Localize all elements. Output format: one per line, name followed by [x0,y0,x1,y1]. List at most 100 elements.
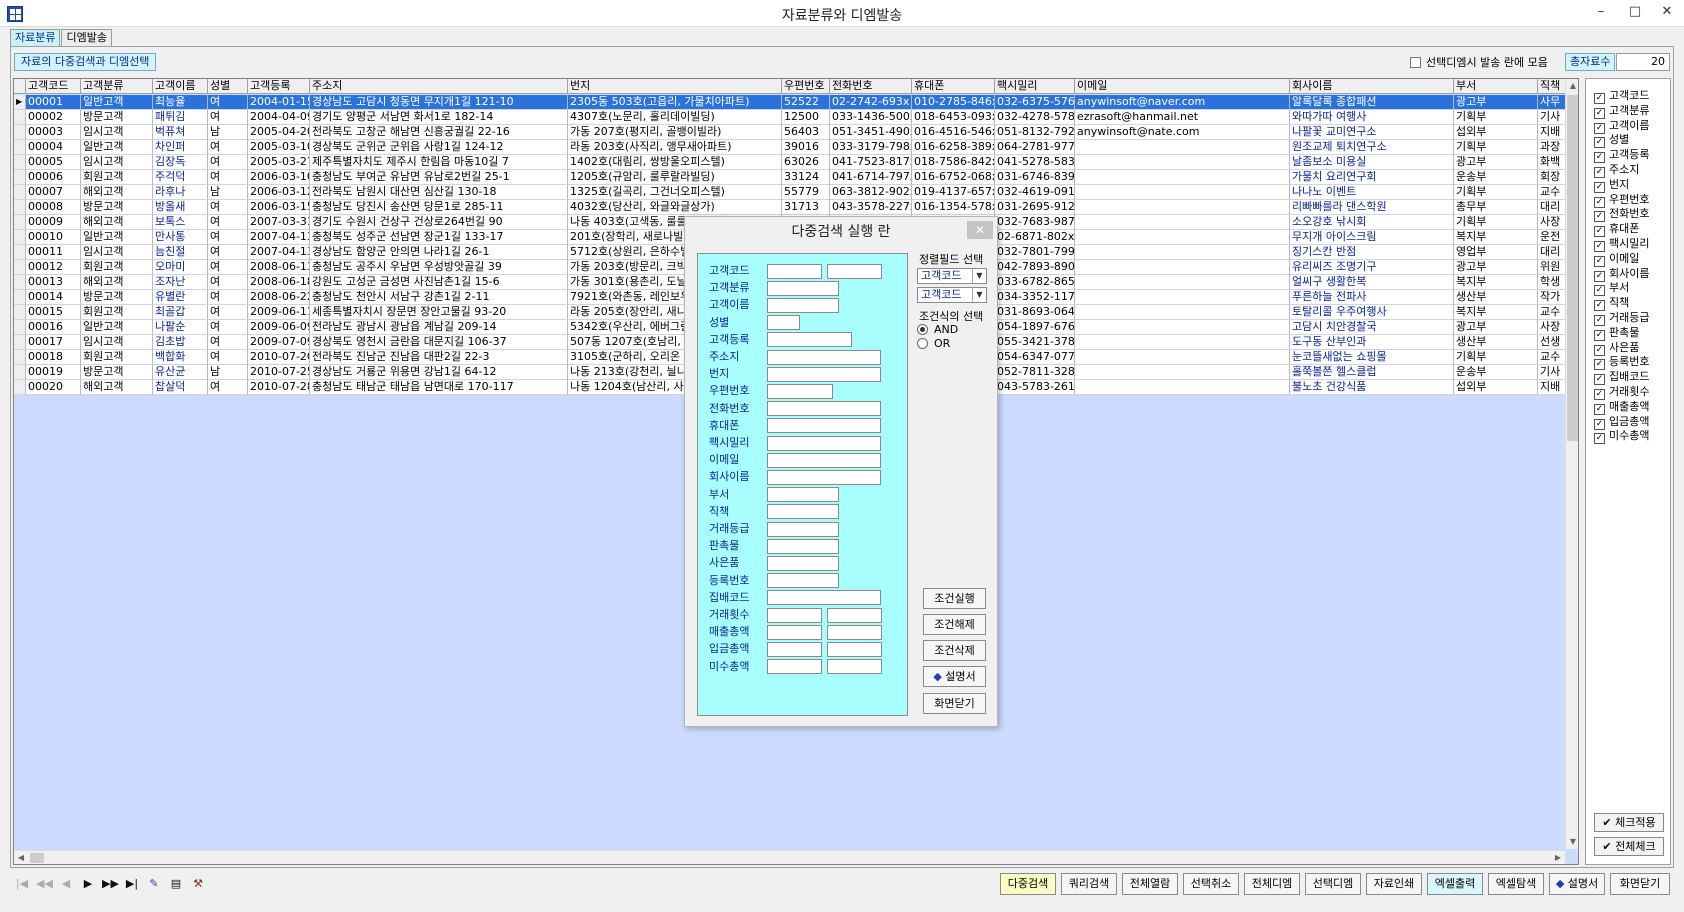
cancel-selection-button[interactable]: 선택취소 [1183,873,1239,895]
row-indicator-header[interactable] [14,79,26,94]
field-check-item[interactable]: ✓ 성별 [1594,133,1629,149]
row-indicator[interactable] [14,335,26,350]
column-header[interactable]: 우편번호 [782,79,830,94]
field-check-item[interactable]: ✓ 고객코드 [1594,89,1649,104]
prev-record-icon[interactable]: ◀ [58,876,74,892]
edit-icon[interactable]: ✎ [146,876,162,892]
tab-dm-send[interactable]: 디엠발송 [61,29,112,46]
option-checkbox[interactable] [1410,57,1421,68]
field-check-item[interactable]: ✓ 등록번호 [1594,355,1649,371]
field-check-item[interactable]: ✓ 고객등록 [1594,148,1649,164]
column-header[interactable]: 번지 [568,79,782,94]
tab-classification[interactable]: 자료분류 [10,29,61,46]
table-row[interactable]: 00005 임시고객 김장독 여 2005-03-27 제주특별자치도 제주시 한림읍 마… [14,155,1575,170]
table-row[interactable]: 00002 방문고객 패튀김 여 2004-04-09 경기도 양평군 서남면 화서1로 … [14,110,1575,125]
row-indicator[interactable] [14,125,26,140]
field-check-item[interactable]: ✓ 번지 [1594,178,1629,193]
row-indicator[interactable] [14,290,26,305]
excel-explore-button[interactable]: 엑셀탐색 [1488,873,1544,895]
check-apply-button[interactable]: ✔ 체크적용 [1594,813,1664,832]
row-indicator[interactable] [14,320,26,335]
table-row[interactable]: 00003 임시고객 벅퓨쳐 남 2005-04-20 전라북도 고창군 해남면 신흥궁궐… [14,125,1575,140]
next-page-icon[interactable]: ▶▶ [102,876,119,892]
total-count-label[interactable]: 총자료수 [1565,53,1616,71]
column-header[interactable]: 휴대폰 [912,79,995,94]
field-check-item[interactable]: ✓ 사은품 [1594,341,1639,356]
check-icon[interactable]: ✓ [1594,255,1605,267]
field-check-item[interactable]: ✓ 직책 [1594,296,1629,312]
grid-header[interactable]: 고객코드 고객분류 고객이름 성별 고객등록 주소지 번지 우편번호 전화번호 휴대폰 팩시밀리 이메… [14,79,1575,94]
selected-dm-button[interactable]: 선택디엠 [1305,873,1361,895]
row-indicator[interactable] [14,140,26,155]
search-field-input[interactable] [767,538,839,554]
search-field-input[interactable] [767,659,822,675]
field-check-item[interactable]: ✓ 휴대폰 [1594,222,1639,238]
row-indicator[interactable] [14,380,26,395]
dialog-manual-button[interactable]: ◆ 설명서 [923,666,986,687]
check-icon[interactable]: ✓ [1594,285,1605,297]
table-row[interactable]: 00008 방문고객 방올새 여 2006-03-15 충청남도 당진시 송산면 당문1로… [14,200,1575,215]
multi-search-select-button[interactable]: 자료의 다중검색과 디엠선택 [14,53,157,71]
row-indicator[interactable] [14,155,26,170]
field-check-item[interactable]: ✓ 주소지 [1594,163,1639,178]
row-indicator[interactable] [14,350,26,365]
query-search-button[interactable]: 쿼리검색 [1061,873,1117,895]
tool-icon[interactable]: ⚒ [190,876,206,892]
scroll-down-icon[interactable]: ▼ [1566,835,1578,849]
field-check-item[interactable]: ✓ 매출총액 [1594,400,1649,415]
or-radio[interactable]: OR [917,338,950,350]
column-header[interactable]: 고객분류 [81,79,153,94]
table-row[interactable]: 00004 일반고객 차인퍼 여 2005-03-10 경상북도 군위군 군위읍 사랑1길… [14,140,1575,155]
check-icon[interactable]: ✓ [1594,315,1605,326]
search-field-input[interactable] [767,418,881,434]
check-icon[interactable]: ✓ [1594,167,1605,178]
row-indicator[interactable] [14,305,26,320]
clear-condition-button[interactable]: 조건해제 [923,614,986,635]
table-row[interactable]: 00006 회원고객 주걱덕 여 2006-03-10 충청남도 부여군 유남면 유남로2… [14,170,1575,185]
sort-field-select-1[interactable]: 고객코드 ▼ [917,268,987,284]
excel-export-button[interactable]: 엑셀출력 [1427,873,1483,895]
search-field-input[interactable] [827,607,882,623]
row-indicator[interactable] [14,245,26,260]
field-check-item[interactable]: ✓ 미수총액 [1594,429,1649,445]
table-row[interactable]: 00007 해외고객 라후나 남 2006-03-12 전라북도 남원시 대산면 심산길 … [14,185,1575,200]
check-icon[interactable]: ✓ [1594,300,1605,312]
field-check-item[interactable]: ✓ 고객이름 [1594,119,1649,134]
check-icon[interactable]: ✓ [1594,359,1605,371]
check-icon[interactable]: ✓ [1594,152,1605,164]
search-field-input[interactable] [767,624,822,640]
search-field-input[interactable] [767,590,881,606]
field-check-item[interactable]: ✓ 판촉물 [1594,326,1639,341]
column-header[interactable]: 고객등록 [248,79,310,94]
search-field-input[interactable] [767,641,822,657]
column-header[interactable]: 전화번호 [830,79,912,94]
field-check-item[interactable]: ✓ 입금총액 [1594,415,1649,430]
check-all-button[interactable]: ✔ 전체체크 [1594,837,1664,856]
search-field-input[interactable] [767,435,881,451]
or-radio-indicator[interactable] [917,338,928,349]
column-header[interactable]: 부서 [1454,79,1538,94]
search-field-input[interactable] [767,521,839,537]
search-field-input[interactable] [767,487,839,503]
check-icon[interactable]: ✓ [1594,137,1605,149]
search-field-input[interactable] [827,641,882,657]
row-indicator[interactable] [14,230,26,245]
vertical-scroll-thumb[interactable] [1567,95,1578,441]
check-icon[interactable]: ✓ [1594,374,1605,386]
column-header[interactable]: 주소지 [310,79,568,94]
check-icon[interactable]: ✓ [1594,107,1605,119]
row-indicator[interactable] [14,200,26,215]
search-field-input[interactable] [767,297,839,313]
search-field-input[interactable] [767,315,800,331]
maximize-button[interactable]: □ [1618,2,1652,24]
select-dm-option[interactable]: 선택디엠시 발송 란에 모음 [1410,54,1548,70]
check-icon[interactable]: ✓ [1594,403,1605,415]
check-icon[interactable]: ✓ [1594,389,1605,400]
vertical-scrollbar[interactable]: ▲ ▼ [1565,79,1578,849]
chevron-down-icon[interactable]: ▼ [972,269,986,283]
check-icon[interactable]: ✓ [1594,196,1605,208]
search-field-input[interactable] [827,624,882,640]
search-field-input[interactable] [767,452,881,468]
first-record-icon[interactable]: |◀ [14,876,30,892]
horizontal-scroll-thumb[interactable] [30,853,44,863]
